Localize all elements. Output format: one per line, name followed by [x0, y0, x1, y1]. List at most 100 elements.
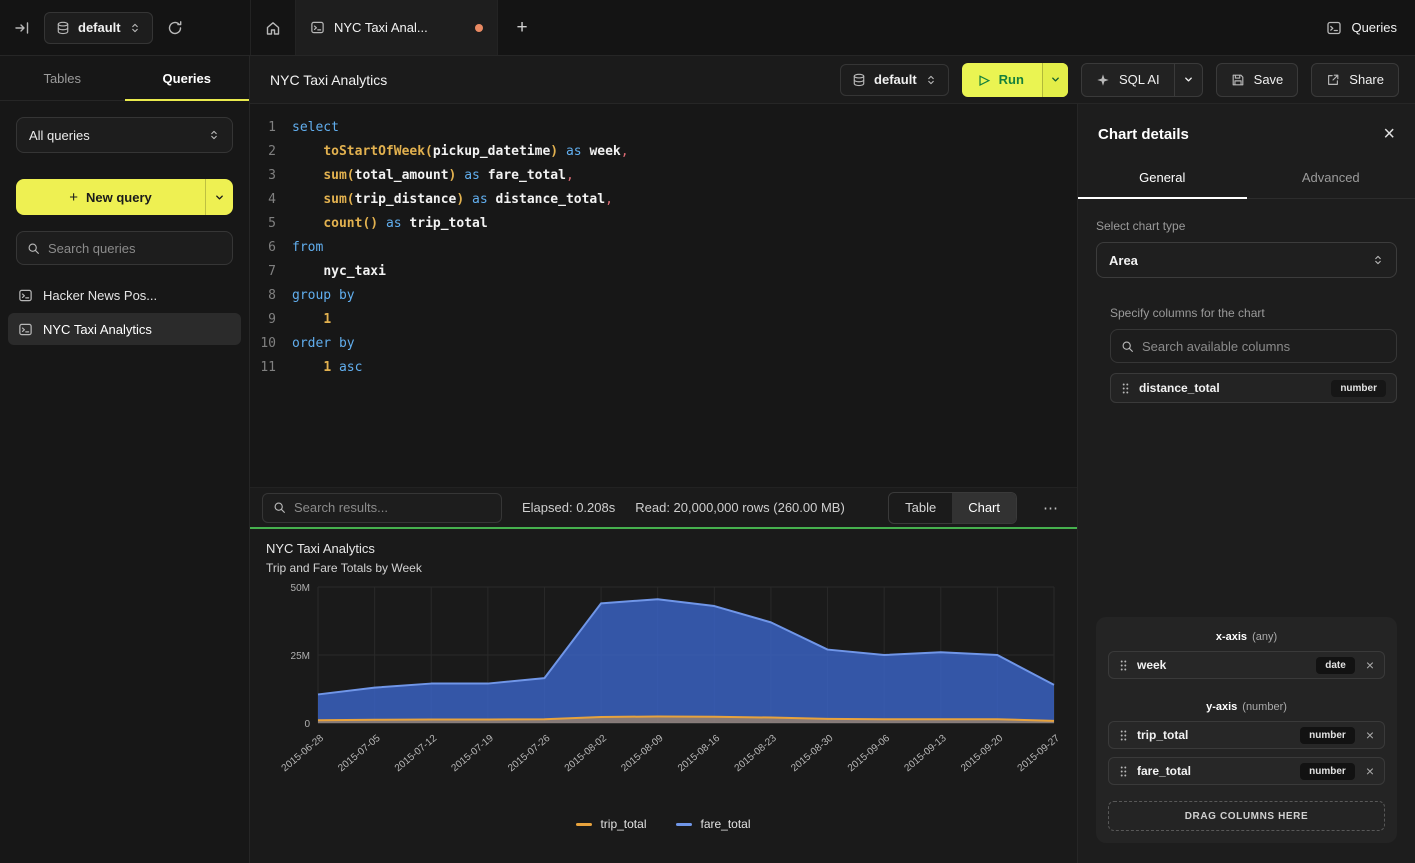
x-axis-group: x-axis(any) week date ×: [1108, 631, 1385, 679]
code-line[interactable]: 10order by: [250, 332, 1077, 356]
drag-handle-icon[interactable]: [1119, 659, 1128, 672]
results-bar: Elapsed: 0.208s Read: 20,000,000 rows (2…: [250, 487, 1077, 527]
y-axis-hint: (number): [1242, 701, 1287, 713]
drop-zone[interactable]: DRAG COLUMNS HERE: [1108, 801, 1385, 831]
svg-text:2015-08-02: 2015-08-02: [563, 733, 610, 775]
remove-icon[interactable]: ×: [1366, 764, 1374, 778]
sidebar-tab-queries[interactable]: Queries: [125, 56, 250, 100]
new-tab-button[interactable]: +: [498, 0, 546, 55]
run-button[interactable]: ▷ Run: [962, 63, 1068, 97]
save-label: Save: [1254, 72, 1284, 87]
code-text: 1 asc: [292, 356, 362, 380]
run-button-main[interactable]: ▷ Run: [962, 63, 1042, 97]
query-search-input[interactable]: [48, 241, 222, 256]
sql-editor[interactable]: 1select2 toStartOfWeek(pickup_datetime) …: [250, 104, 1077, 487]
chart-subtitle: Trip and Fare Totals by Week: [266, 561, 1061, 575]
query-filter-select[interactable]: All queries: [16, 117, 233, 153]
tab-general[interactable]: General: [1078, 160, 1247, 198]
code-line[interactable]: 8group by: [250, 284, 1077, 308]
new-query-button[interactable]: + New query: [16, 179, 233, 215]
available-column-distance-total[interactable]: distance_total number: [1110, 373, 1397, 403]
new-query-label: New query: [86, 190, 152, 205]
chart-title: NYC Taxi Analytics: [266, 541, 1061, 556]
chart-type-select[interactable]: Area: [1096, 242, 1397, 278]
x-axis-label: x-axis: [1216, 631, 1247, 643]
app-window: default NYC Taxi Anal...: [0, 0, 1415, 863]
share-label: Share: [1349, 72, 1384, 87]
columns-search-input[interactable]: [1142, 339, 1386, 354]
sql-ai-main[interactable]: SQL AI: [1082, 64, 1174, 96]
database-selector[interactable]: default: [44, 12, 153, 44]
topbar-left: default: [0, 0, 250, 55]
chart-legend: trip_total fare_total: [266, 817, 1061, 831]
code-text: group by: [292, 284, 355, 308]
code-line[interactable]: 7 nyc_taxi: [250, 260, 1077, 284]
code-line[interactable]: 9 1: [250, 308, 1077, 332]
query-item-hacker-news[interactable]: Hacker News Pos...: [8, 279, 241, 311]
queries-icon: [1326, 20, 1342, 36]
y-axis-item-fare-total[interactable]: fare_total number ×: [1108, 757, 1385, 785]
drag-handle-icon[interactable]: [1119, 729, 1128, 742]
panel-toggle-icon[interactable]: [14, 20, 30, 36]
legend-item-trip-total[interactable]: trip_total: [576, 817, 646, 831]
view-toggle-table[interactable]: Table: [889, 493, 952, 523]
x-axis-item-week[interactable]: week date ×: [1108, 651, 1385, 679]
search-icon: [27, 242, 40, 255]
new-query-main[interactable]: + New query: [16, 179, 205, 215]
columns-search[interactable]: [1110, 329, 1397, 363]
code-line[interactable]: 1select: [250, 116, 1077, 140]
tab-advanced[interactable]: Advanced: [1247, 160, 1415, 198]
code-text: toStartOfWeek(pickup_datetime) as week,: [292, 140, 629, 164]
share-icon: [1326, 73, 1340, 87]
toolbar-database-value: default: [874, 72, 917, 87]
close-icon[interactable]: ×: [1383, 124, 1395, 144]
query-item-nyc-taxi[interactable]: NYC Taxi Analytics: [8, 313, 241, 345]
remove-icon[interactable]: ×: [1366, 728, 1374, 742]
queries-button[interactable]: Queries: [1308, 0, 1415, 55]
share-button[interactable]: Share: [1311, 63, 1399, 97]
area-chart[interactable]: 2015-06-282015-07-052015-07-122015-07-19…: [266, 581, 1061, 817]
topbar: default NYC Taxi Anal...: [0, 0, 1415, 56]
chart-details-panel: Chart details × General Advanced Select …: [1078, 104, 1415, 863]
drag-handle-icon[interactable]: [1121, 382, 1130, 395]
query-icon: [18, 322, 33, 337]
legend-item-fare-total[interactable]: fare_total: [676, 817, 750, 831]
columns-section: Specify columns for the chart: [1110, 306, 1397, 403]
save-button[interactable]: Save: [1216, 63, 1299, 97]
query-search[interactable]: [16, 231, 233, 265]
toolbar-database-selector[interactable]: default: [840, 64, 949, 96]
results-search[interactable]: [262, 493, 502, 523]
line-number: 9: [250, 308, 292, 332]
chevron-updown-icon: [925, 74, 937, 86]
run-button-caret[interactable]: [1042, 63, 1068, 97]
results-search-input[interactable]: [294, 500, 491, 515]
chevron-updown-icon: [208, 129, 220, 141]
code-line[interactable]: 3 sum(total_amount) as fare_total,: [250, 164, 1077, 188]
sidebar-tab-tables[interactable]: Tables: [0, 56, 125, 100]
chart-type-label: Select chart type: [1096, 219, 1397, 233]
code-line[interactable]: 4 sum(trip_distance) as distance_total,: [250, 188, 1077, 212]
tab-label: NYC Taxi Anal...: [334, 20, 466, 35]
code-line[interactable]: 2 toStartOfWeek(pickup_datetime) as week…: [250, 140, 1077, 164]
sql-ai-button[interactable]: SQL AI: [1081, 63, 1203, 97]
drag-handle-icon[interactable]: [1119, 765, 1128, 778]
more-options-icon[interactable]: ⋯: [1037, 499, 1065, 517]
database-icon: [56, 21, 70, 35]
sql-ai-caret[interactable]: [1174, 64, 1202, 96]
code-line[interactable]: 6from: [250, 236, 1077, 260]
svg-text:2015-08-16: 2015-08-16: [676, 733, 723, 775]
tab-nyc-taxi-analytics[interactable]: NYC Taxi Anal...: [296, 0, 498, 55]
code-line[interactable]: 11 1 asc: [250, 356, 1077, 380]
remove-icon[interactable]: ×: [1366, 658, 1374, 672]
code-line[interactable]: 5 count() as trip_total: [250, 212, 1077, 236]
view-toggle-chart[interactable]: Chart: [952, 493, 1016, 523]
home-tab[interactable]: [250, 0, 296, 55]
view-toggle: Table Chart: [888, 492, 1017, 524]
new-query-caret[interactable]: [205, 179, 233, 215]
query-filter-value: All queries: [29, 128, 90, 143]
line-number: 8: [250, 284, 292, 308]
y-axis-item-trip-total[interactable]: trip_total number ×: [1108, 721, 1385, 749]
query-item-label: NYC Taxi Analytics: [43, 322, 152, 337]
code-text: sum(trip_distance) as distance_total,: [292, 188, 613, 212]
refresh-icon[interactable]: [167, 20, 183, 36]
